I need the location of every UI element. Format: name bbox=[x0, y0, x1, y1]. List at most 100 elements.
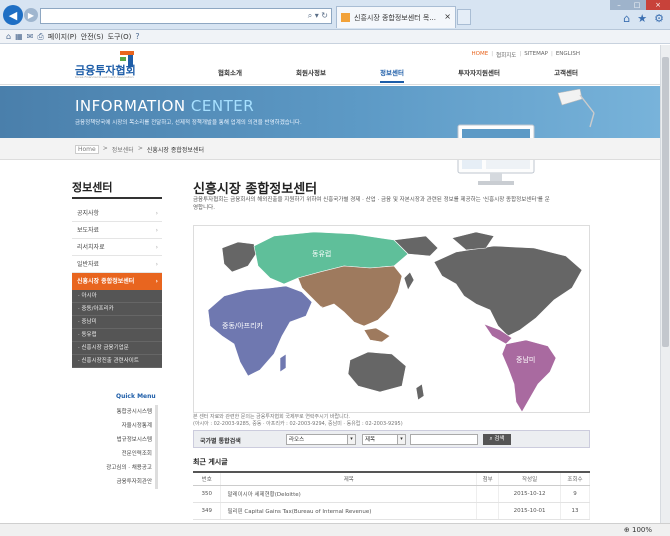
chevron-down-icon: ▾ bbox=[397, 435, 405, 444]
scrollbar-thumb[interactable] bbox=[662, 57, 669, 347]
zoom-level[interactable]: ⊕ 100% bbox=[624, 526, 652, 534]
cell-title-link[interactable]: 말레이시아 세제현황(Deloitte) bbox=[220, 485, 478, 503]
map-region-se-asia bbox=[363, 327, 391, 343]
quick-menu: 통합공시시스템 자율시정통계 법규정보시스템 전문인력조회 광고심의 · 채용공… bbox=[96, 405, 152, 489]
chevron-down-icon: ▾ bbox=[347, 435, 355, 444]
safety-menu[interactable]: 안전(S) bbox=[81, 32, 104, 42]
zoom-icon: ⊕ bbox=[623, 526, 632, 534]
close-tab-icon[interactable]: × bbox=[444, 12, 451, 21]
tab-title: 신흥시장 종합정보센터 목... bbox=[354, 14, 436, 22]
quick-menu-bar bbox=[155, 405, 158, 489]
map-region-mideast-africa bbox=[207, 285, 313, 377]
toolbar-icons: ⌂ ★ ⚙ bbox=[623, 12, 664, 25]
lnb-sub-mideast[interactable]: · 중동/아프리카 bbox=[72, 303, 162, 316]
world-map: 동유럽 아시아 중동/아프리카 중남미 bbox=[193, 225, 590, 413]
vertical-scrollbar[interactable] bbox=[660, 45, 670, 523]
breadcrumb-home[interactable]: Home bbox=[75, 145, 99, 154]
map-region-nz bbox=[415, 383, 425, 401]
col-header: 제목 bbox=[220, 471, 478, 486]
forward-button[interactable]: ▶ bbox=[24, 8, 38, 22]
contact-notice: 본 센터 자료와 관련한 문의는 금융투자협회 국제부로 연락주시기 바랍니다.… bbox=[193, 414, 403, 427]
home-icon[interactable]: ⌂ bbox=[623, 12, 630, 25]
command-bar: ⌂ ▦ ✉ ⎙ 페이지(P) 안전(S) 도구(O) ? bbox=[0, 30, 670, 44]
country-search: 국가별 통합검색 라오스 ▾ 제목 ▾ ⌕ 검색 bbox=[193, 430, 590, 448]
col-header: 작성일 bbox=[498, 471, 562, 486]
map-label-east-europe: 동유럽 bbox=[312, 249, 331, 258]
logo-subtext: Korea Financial Investment Association bbox=[75, 75, 134, 79]
mail-icon[interactable]: ✉ bbox=[27, 32, 34, 41]
lnb-sub-easteurope[interactable]: · 동유럽 bbox=[72, 329, 162, 342]
field-select[interactable]: 제목 ▾ bbox=[362, 434, 406, 445]
table-header-row: 번호 제목 첨부 작성일 조회수 bbox=[193, 471, 590, 486]
col-header: 번호 bbox=[193, 471, 222, 486]
window-controls: – □ × bbox=[610, 0, 670, 10]
lnb-item-emerging[interactable]: 신흥시장 종합정보센터 › bbox=[72, 273, 162, 290]
page-description: 금융투자협회는 금융회사의 해외진출을 지원하기 위하여 신흥국가별 경제 · … bbox=[193, 197, 550, 211]
address-bar[interactable]: ⌕ ▾ ↻ bbox=[40, 8, 332, 24]
search-label: 국가별 통합검색 bbox=[200, 438, 241, 445]
tools-menu[interactable]: 도구(O) bbox=[108, 32, 132, 42]
util-home-link[interactable]: HOME bbox=[472, 51, 489, 59]
cell-views: 9 bbox=[560, 485, 590, 503]
map-region-japan bbox=[403, 271, 415, 291]
cell-no: 350 bbox=[193, 485, 222, 503]
breadcrumb-current: 신흥시장 종합정보센터 bbox=[146, 147, 204, 154]
quick-item[interactable]: 법규정보시스템 bbox=[96, 433, 152, 447]
gnb-item-members[interactable]: 회원사정보 bbox=[296, 67, 326, 83]
cell-title-link[interactable]: 필리핀 Capital Gains Tax(Bureau of Internal… bbox=[220, 502, 478, 520]
help-icon[interactable]: ? bbox=[135, 32, 139, 41]
gnb-item-info-center[interactable]: 정보센터 bbox=[380, 67, 404, 83]
minimize-button[interactable]: – bbox=[610, 0, 628, 10]
map-label-asia: 아시아 bbox=[317, 305, 337, 314]
maximize-button[interactable]: □ bbox=[628, 0, 646, 10]
quick-item[interactable]: 자율시정통계 bbox=[96, 419, 152, 433]
gnb-item-customer[interactable]: 고객센터 bbox=[554, 67, 578, 83]
util-sitemap-link[interactable]: SITEMAP bbox=[524, 51, 548, 59]
lnb-divider bbox=[72, 197, 162, 199]
page-menu[interactable]: 페이지(P) bbox=[48, 32, 77, 42]
lnb-item-research[interactable]: 리서치자료 › bbox=[72, 239, 162, 256]
lnb-sub-sites[interactable]: · 신흥시장진출 관련사이트 bbox=[72, 355, 162, 368]
lnb-sub-asia[interactable]: · 아시아 bbox=[72, 290, 162, 303]
favorites-icon[interactable]: ★ bbox=[637, 12, 647, 25]
print-icon[interactable]: ⎙ bbox=[37, 32, 43, 42]
lnb-title: 정보센터 bbox=[72, 181, 113, 194]
search-input[interactable] bbox=[410, 434, 478, 445]
browser-titlebar: ◀ ▶ ⌕ ▾ ↻ 신흥시장 종합정보센터 목... × – □ × ⌂ ★ ⚙ bbox=[0, 0, 670, 30]
gnb-item-investor[interactable]: 투자자지원센터 bbox=[458, 67, 500, 83]
address-icons: ⌕ ▾ ↻ bbox=[307, 11, 328, 20]
gear-icon[interactable]: ⚙ bbox=[654, 12, 664, 25]
new-tab-button[interactable] bbox=[457, 9, 471, 25]
browser-tab[interactable]: 신흥시장 종합정보센터 목... × bbox=[336, 6, 456, 28]
col-header: 첨부 bbox=[476, 471, 500, 486]
quick-item[interactable]: 광고심의 · 채용공고 bbox=[96, 461, 152, 475]
table-row[interactable]: 349 필리핀 Capital Gains Tax(Bureau of Inte… bbox=[193, 502, 590, 520]
lnb-item-notice[interactable]: 공지사항 › bbox=[72, 205, 162, 222]
breadcrumb-info-center[interactable]: 정보센터 bbox=[112, 145, 134, 154]
gnb-item-about[interactable]: 협회소개 bbox=[218, 67, 242, 83]
lnb-sub-seminar[interactable]: · 신흥시장 금융기업문 bbox=[72, 342, 162, 355]
map-region-asia bbox=[297, 265, 403, 327]
recent-posts-title: 최근 게시글 bbox=[193, 458, 228, 466]
breadcrumb: Home > 정보센터 > 신흥시장 종합정보센터 bbox=[75, 145, 204, 154]
quick-item[interactable]: 전문인력조회 bbox=[96, 447, 152, 461]
quick-item[interactable]: 금융투자회관안 bbox=[96, 475, 152, 489]
web-page: HOME | 협회지도 | SITEMAP | ENGLISH 금융투자협회 Kore… bbox=[0, 45, 660, 523]
feeds-icon[interactable]: ▦ bbox=[15, 32, 23, 41]
home-cmd-icon[interactable]: ⌂ bbox=[6, 32, 11, 41]
global-nav: 협회소개 회원사정보 정보센터 투자자지원센터 고객센터 bbox=[218, 67, 578, 83]
cell-date: 2015-10-12 bbox=[498, 485, 562, 503]
search-button[interactable]: ⌕ 검색 bbox=[483, 434, 511, 445]
util-english-link[interactable]: ENGLISH bbox=[556, 51, 580, 59]
country-select[interactable]: 라오스 ▾ bbox=[286, 434, 356, 445]
hero-subtitle: 금융정책당국에 시장의 목소리를 전달하고, 선제적 정책개발을 통해 업계의 … bbox=[75, 120, 302, 126]
lnb-sub-latam[interactable]: · 중남미 bbox=[72, 316, 162, 329]
back-button[interactable]: ◀ bbox=[3, 5, 23, 25]
cell-views: 13 bbox=[560, 502, 590, 520]
close-window-button[interactable]: × bbox=[646, 0, 670, 10]
quick-item[interactable]: 통합공시시스템 bbox=[96, 405, 152, 419]
table-row[interactable]: 350 말레이시아 세제현황(Deloitte) 2015-10-12 9 bbox=[193, 485, 590, 503]
lnb-item-press[interactable]: 보도자료 › bbox=[72, 222, 162, 239]
util-map-link[interactable]: 협회지도 bbox=[496, 51, 516, 59]
lnb-item-general[interactable]: 일반자료 › bbox=[72, 256, 162, 273]
